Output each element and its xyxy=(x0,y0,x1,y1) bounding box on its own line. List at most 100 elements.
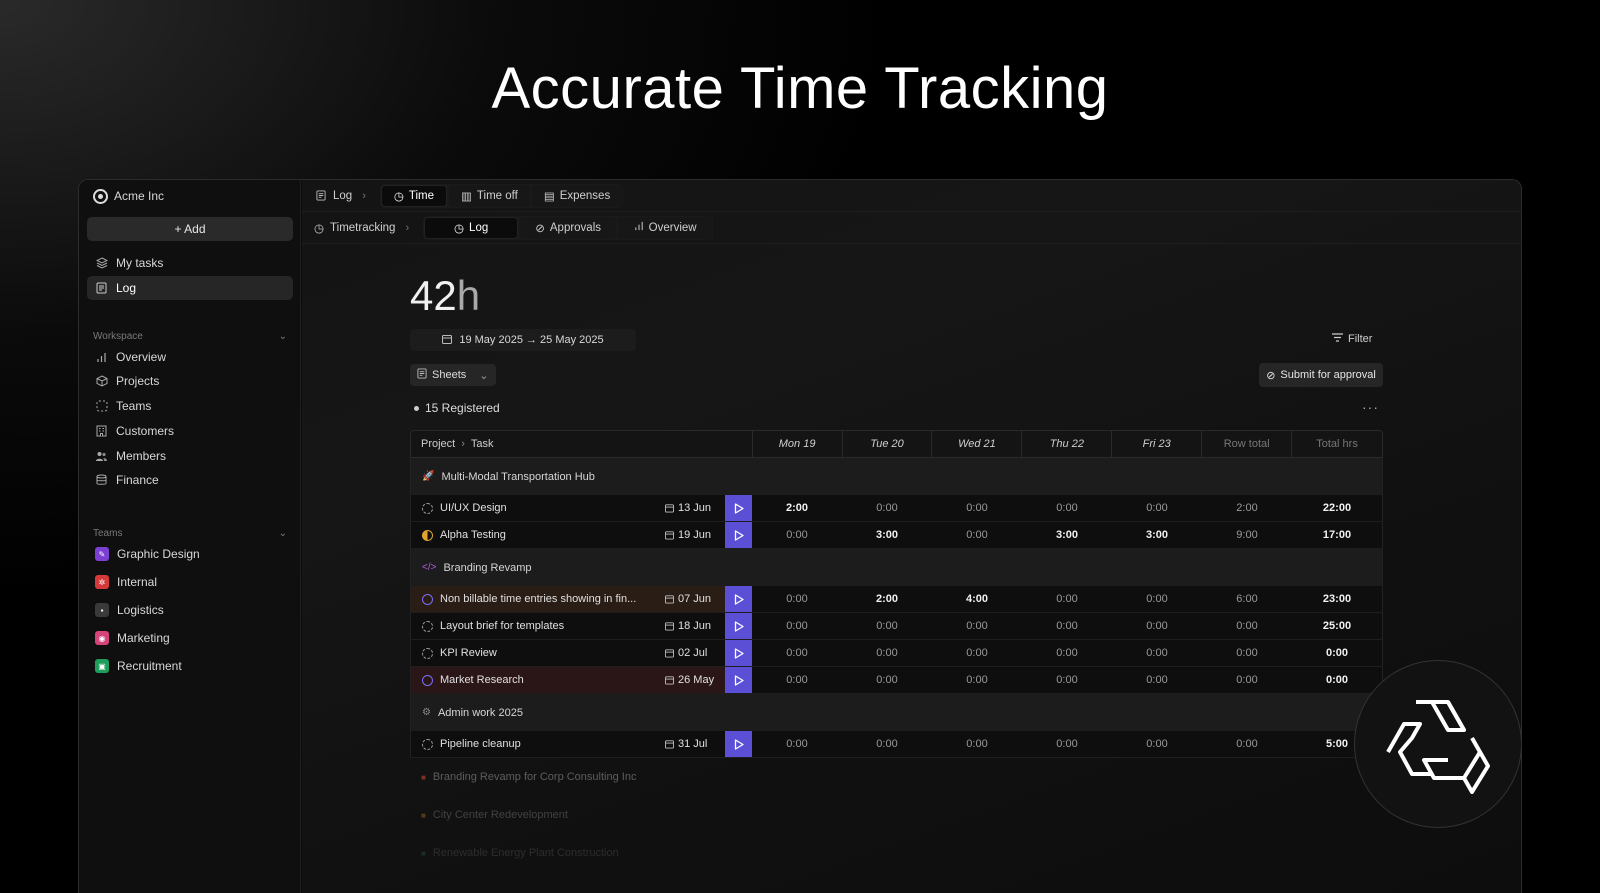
tab-expenses[interactable]: ▤ Expenses xyxy=(531,184,623,207)
sidebar-team-recruitment[interactable]: ▣ Recruitment xyxy=(87,654,293,678)
sheets-dropdown[interactable]: Sheets ⌄ xyxy=(410,364,496,386)
time-cell[interactable]: 0:00 xyxy=(1022,647,1112,659)
time-cell[interactable]: 0:00 xyxy=(1022,738,1112,750)
add-button[interactable]: + Add xyxy=(87,217,293,241)
start-timer-button[interactable] xyxy=(725,640,752,666)
time-cell[interactable]: 0:00 xyxy=(1022,502,1112,514)
time-cell[interactable]: 0:00 xyxy=(1112,647,1202,659)
time-cell[interactable]: 0:00 xyxy=(842,502,932,514)
table-row[interactable]: Layout brief for templates 18 Jun 0:00 0:00… xyxy=(410,613,1383,640)
start-timer-button[interactable] xyxy=(725,667,752,693)
sidebar-item-log[interactable]: Log xyxy=(87,276,293,300)
table-row[interactable]: Alpha Testing 19 Jun 0:00 3:00 0:00 3:00 3:00 9… xyxy=(410,522,1383,549)
time-cell[interactable]: 0:00 xyxy=(1022,620,1112,632)
time-cell[interactable]: 0:00 xyxy=(932,620,1022,632)
breadcrumb[interactable]: ◷ Timetracking › xyxy=(310,221,417,235)
start-timer-button[interactable] xyxy=(725,495,752,521)
time-cell[interactable]: 0:00 xyxy=(752,529,842,541)
status-icon[interactable] xyxy=(422,620,433,632)
project-group[interactable]: </> Branding Revamp xyxy=(410,549,1383,586)
sidebar-item-customers[interactable]: Customers xyxy=(87,419,293,443)
time-cell[interactable]: 0:00 xyxy=(932,529,1022,541)
time-cell[interactable]: 0:00 xyxy=(842,647,932,659)
table-row[interactable]: KPI Review 02 Jul 0:00 0:00 0:00 0:00 0:00 0:00… xyxy=(410,640,1383,667)
sidebar-team-internal[interactable]: ✲ Internal xyxy=(87,570,293,594)
teams-section-label[interactable]: Teams ⌄ xyxy=(93,528,287,539)
tab-time-off[interactable]: ▥ Time off xyxy=(449,184,530,207)
status-icon[interactable] xyxy=(422,593,433,605)
due-date[interactable]: 26 May xyxy=(665,674,717,686)
time-cell[interactable]: 0:00 xyxy=(932,738,1022,750)
project-group[interactable]: ■ Branding Revamp for Corp Consulting Inc xyxy=(410,758,1383,796)
table-row[interactable]: Non billable time entries showing in fin… xyxy=(410,586,1383,613)
status-icon[interactable] xyxy=(422,674,433,686)
sidebar-team-logistics[interactable]: ▪ Logistics xyxy=(87,598,293,622)
org-switcher[interactable]: Acme Inc xyxy=(93,185,164,207)
task-cell[interactable]: Pipeline cleanup 31 Jul xyxy=(411,731,725,757)
time-cell[interactable]: 0:00 xyxy=(1112,620,1202,632)
time-cell[interactable]: 3:00 xyxy=(1112,529,1202,541)
project-group[interactable]: 🚀 Multi-Modal Transportation Hub xyxy=(410,458,1383,495)
table-row[interactable]: Pipeline cleanup 31 Jul 0:00 0:00 0:00 0:00 0:… xyxy=(410,731,1383,758)
sidebar-item-projects[interactable]: Projects xyxy=(87,369,293,393)
time-cell[interactable]: 0:00 xyxy=(932,502,1022,514)
status-icon[interactable] xyxy=(422,738,433,750)
time-cell[interactable]: 0:00 xyxy=(752,593,842,605)
project-group[interactable]: ■ Renewable Energy Plant Construction xyxy=(410,834,1383,872)
task-cell[interactable]: Non billable time entries showing in fin… xyxy=(411,586,725,612)
status-icon[interactable] xyxy=(422,529,433,541)
time-cell[interactable]: 4:00 xyxy=(932,593,1022,605)
task-cell[interactable]: Market Research 26 May xyxy=(411,667,725,693)
task-cell[interactable]: UI/UX Design 13 Jun xyxy=(411,495,725,521)
time-cell[interactable]: 0:00 xyxy=(752,647,842,659)
time-cell[interactable]: 0:00 xyxy=(842,620,932,632)
table-row[interactable]: Market Research 26 May 0:00 0:00 0:00 0:00 0:0… xyxy=(410,667,1383,694)
time-cell[interactable]: 0:00 xyxy=(752,620,842,632)
table-row[interactable]: UI/UX Design 13 Jun 2:00 0:00 0:00 0:00 0:00 2:… xyxy=(410,495,1383,522)
time-cell[interactable]: 0:00 xyxy=(842,674,932,686)
due-date[interactable]: 02 Jul xyxy=(665,647,717,659)
time-cell[interactable]: 0:00 xyxy=(752,674,842,686)
task-cell[interactable]: Layout brief for templates 18 Jun xyxy=(411,613,725,639)
more-options-icon[interactable]: ··· xyxy=(1362,399,1379,415)
project-group[interactable]: ■ City Center Redevelopment xyxy=(410,796,1383,834)
status-icon[interactable] xyxy=(422,502,433,514)
tab-log[interactable]: ◷ Log xyxy=(424,216,519,239)
time-cell[interactable]: 0:00 xyxy=(1112,674,1202,686)
time-cell[interactable]: 3:00 xyxy=(1022,529,1112,541)
start-timer-button[interactable] xyxy=(725,613,752,639)
tab-approvals[interactable]: ⊘ Approvals xyxy=(520,216,617,239)
time-cell[interactable]: 0:00 xyxy=(1022,593,1112,605)
time-cell[interactable]: 0:00 xyxy=(1022,674,1112,686)
workspace-section-label[interactable]: Workspace ⌄ xyxy=(93,331,287,342)
filter-button[interactable]: Filter xyxy=(1332,333,1372,345)
sidebar-team-marketing[interactable]: ◉ Marketing xyxy=(87,626,293,650)
tab-overview[interactable]: Overview xyxy=(618,216,713,239)
time-cell[interactable]: 0:00 xyxy=(932,674,1022,686)
status-icon[interactable] xyxy=(422,647,433,659)
tab-time[interactable]: ◷ Time xyxy=(380,184,448,207)
sidebar-item-finance[interactable]: Finance xyxy=(87,468,293,492)
time-cell[interactable]: 0:00 xyxy=(1112,502,1202,514)
time-cell[interactable]: 0:00 xyxy=(1112,593,1202,605)
start-timer-button[interactable] xyxy=(725,522,752,548)
time-cell[interactable]: 2:00 xyxy=(842,593,932,605)
time-cell[interactable]: 3:00 xyxy=(842,529,932,541)
project-group[interactable]: ⚙ Admin work 2025 xyxy=(410,694,1383,731)
task-cell[interactable]: KPI Review 02 Jul xyxy=(411,640,725,666)
time-cell[interactable]: 0:00 xyxy=(752,738,842,750)
due-date[interactable]: 07 Jun xyxy=(665,593,717,605)
sidebar-item-my-tasks[interactable]: My tasks xyxy=(87,251,293,275)
time-cell[interactable]: 0:00 xyxy=(1112,738,1202,750)
sidebar-item-overview[interactable]: Overview xyxy=(87,345,293,369)
time-cell[interactable]: 0:00 xyxy=(842,738,932,750)
start-timer-button[interactable] xyxy=(725,731,752,757)
due-date[interactable]: 13 Jun xyxy=(665,502,717,514)
sidebar-team-graphic-design[interactable]: ✎ Graphic Design xyxy=(87,542,293,566)
breadcrumb[interactable]: Log › xyxy=(310,189,374,202)
start-timer-button[interactable] xyxy=(725,586,752,612)
time-cell[interactable]: 2:00 xyxy=(752,502,842,514)
sidebar-item-members[interactable]: Members xyxy=(87,444,293,468)
due-date[interactable]: 19 Jun xyxy=(665,529,717,541)
due-date[interactable]: 31 Jul xyxy=(665,738,717,750)
